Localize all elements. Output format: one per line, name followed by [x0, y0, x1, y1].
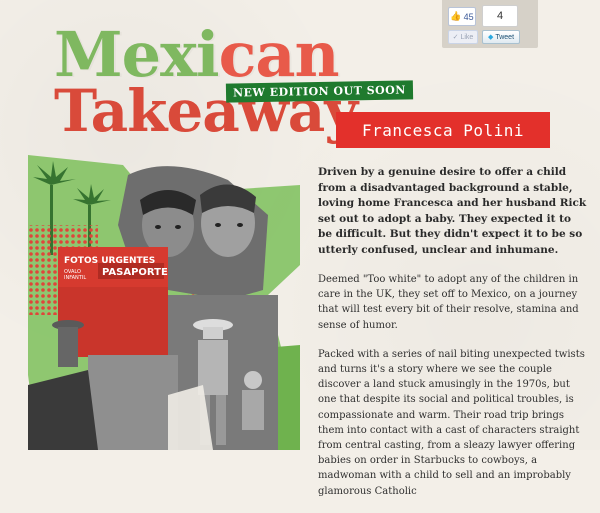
thumbs-up-icon: 👍: [450, 11, 462, 21]
tweet-count: 4: [482, 5, 518, 27]
thumbs-up-small-icon: ✓: [452, 34, 459, 41]
social-share-widget: 👍 45 4 ✓ Like ◆ Tweet: [442, 0, 538, 48]
tweet-button-label: Tweet: [495, 33, 515, 41]
facebook-like-count: 👍 45: [448, 7, 476, 26]
new-edition-badge: NEW EDITION OUT SOON: [225, 80, 413, 103]
description-paragraph-1: Deemed "Too white" to adopt any of the c…: [318, 274, 579, 331]
tweet-button[interactable]: ◆ Tweet: [482, 30, 520, 44]
cover-collage-image: FOTOS URGENTES OVALO INFANTIL PASAPORTE: [28, 155, 300, 450]
twitter-bird-icon: ◆: [487, 34, 494, 41]
author-name: Francesca Polini: [336, 112, 550, 148]
like-button-label: Like: [460, 33, 474, 41]
description-paragraph-2: Packed with a series of nail biting unex…: [318, 348, 585, 497]
book-description: Driven by a genuine desire to offer a ch…: [318, 165, 588, 513]
svg-text:INFANTIL: INFANTIL: [64, 275, 86, 281]
description-intro: Driven by a genuine desire to offer a ch…: [318, 166, 587, 256]
facebook-like-button[interactable]: ✓ Like: [448, 30, 478, 44]
like-count-value: 45: [463, 11, 474, 22]
sign-pasaporte: PASAPORTE: [102, 267, 168, 278]
